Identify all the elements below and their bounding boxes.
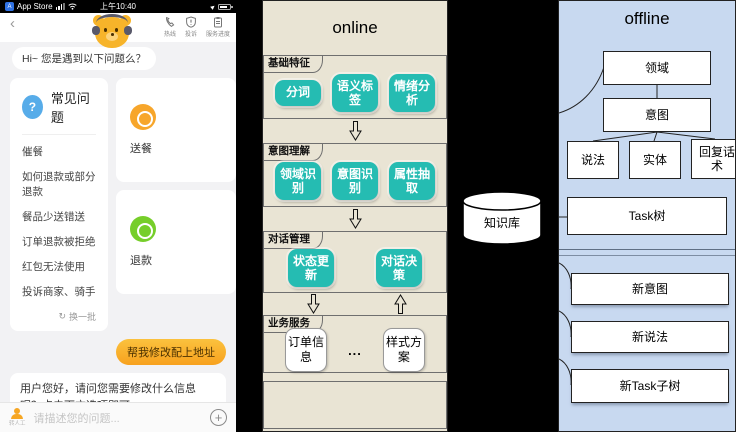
module-box: 对话决策 <box>376 248 422 288</box>
offline-structure-panel: offline 领域 意图 说法 实体 回复话术 Task树 新意图 新说法 新… <box>558 0 736 432</box>
section-business-services: 业务服务 订单信息 ... 样式方案 <box>263 315 447 373</box>
module-box: 意图识别 <box>332 161 378 201</box>
service-progress-label: 服务进度 <box>205 32 230 38</box>
refund-icon <box>130 216 156 242</box>
app-store-icon: A <box>5 2 14 11</box>
divider-double-line <box>559 249 735 256</box>
faq-item[interactable]: 催餐 <box>22 139 96 164</box>
online-pipeline-panel: online 基础特征 分词 语义标签 情绪分析 意图理解 领域识别 意图识别 … <box>262 0 448 432</box>
new-utterance-box: 新说法 <box>571 321 729 353</box>
status-bar: A App Store 上午10:40 <box>0 0 236 13</box>
back-button[interactable]: ‹ <box>10 16 15 31</box>
wifi-icon <box>67 3 77 10</box>
user-message-bubble: 帮我修改配上地址 <box>116 339 226 365</box>
faq-icon: ? <box>22 95 43 119</box>
knowledge-base-label: 知识库 <box>483 216 520 230</box>
refresh-button[interactable]: ↻ 换一批 <box>22 310 96 323</box>
flow-gap <box>263 119 447 143</box>
message-input-bar: 转人工 请描述您的问题... + <box>0 402 236 432</box>
faq-title: 常见问题 <box>50 91 90 125</box>
new-intent-box: 新意图 <box>571 273 729 305</box>
faq-item[interactable]: 红包无法使用 <box>22 254 96 279</box>
arrow-down-icon <box>348 209 362 229</box>
clipboard-icon <box>213 17 222 28</box>
app-store-link[interactable]: App Store <box>17 2 53 11</box>
mascot-avatar <box>92 13 132 53</box>
module-box: 属性抽取 <box>389 161 435 201</box>
hotline-label: 热线 <box>163 32 176 38</box>
flow-gap <box>263 293 447 315</box>
arrow-down-icon <box>307 294 320 314</box>
bot-greeting-bubble: Hi~ 您是遇到以下问题么？ <box>12 47 156 70</box>
refresh-icon: ↻ <box>58 311 66 321</box>
task-tree-box: Task树 <box>567 197 727 235</box>
phone-icon <box>165 16 175 28</box>
refresh-label: 换一批 <box>68 312 96 322</box>
faq-item[interactable]: 餐品少送错送 <box>22 204 96 229</box>
delivery-label: 送餐 <box>130 143 152 155</box>
online-title: online <box>332 18 378 37</box>
tree-node-domain: 领域 <box>603 51 711 85</box>
refund-card[interactable]: 退款 <box>116 190 236 294</box>
module-box: 状态更新 <box>288 248 334 288</box>
delivery-card[interactable]: 送餐 <box>116 78 236 182</box>
knowledge-base-cylinder: 知识库 <box>460 190 544 248</box>
section-empty <box>263 381 447 429</box>
faq-card: ? 常见问题 催餐 如何退款或部分退款 餐品少送错送 订单退款被拒绝 红包无法使… <box>10 78 108 331</box>
battery-icon <box>218 3 233 10</box>
offline-title: offline <box>624 9 670 28</box>
ellipsis: ... <box>348 342 362 358</box>
shield-icon <box>186 16 196 28</box>
figure-canvas: A App Store 上午10:40 ‹ 热线 投诉 服务进度 Hi~ 您是遇… <box>0 0 736 432</box>
phone-screenshot: A App Store 上午10:40 ‹ 热线 投诉 服务进度 Hi~ 您是遇… <box>0 0 236 432</box>
arrow-down-icon <box>348 121 362 141</box>
service-progress-button[interactable]: 服务进度 <box>206 16 230 38</box>
flow-gap <box>263 207 447 231</box>
transfer-agent-label: 转人工 <box>9 421 26 427</box>
faq-item[interactable]: 订单退款被拒绝 <box>22 229 96 254</box>
chat-area: Hi~ 您是遇到以下问题么？ ? 常见问题 催餐 如何退款或部分退款 餐品少送错… <box>0 42 236 432</box>
service-box: 订单信息 <box>285 328 328 372</box>
complaint-button[interactable]: 投诉 <box>185 16 197 38</box>
new-task-subtree-box: 新Task子树 <box>571 369 729 403</box>
hotline-button[interactable]: 热线 <box>164 16 176 38</box>
transfer-agent-button[interactable]: 转人工 <box>9 408 26 427</box>
section-basic-features: 基础特征 分词 语义标签 情绪分析 <box>263 55 447 119</box>
location-icon <box>210 3 216 10</box>
section-intent-understanding: 意图理解 领域识别 意图识别 属性抽取 <box>263 143 447 207</box>
module-box: 语义标签 <box>332 73 378 113</box>
plus-button[interactable]: + <box>210 409 227 426</box>
module-box: 分词 <box>275 80 321 106</box>
section-dialog-management: 对话管理 状态更新 对话决策 <box>263 231 447 293</box>
refund-label: 退款 <box>130 255 152 267</box>
module-box: 领域识别 <box>275 161 321 201</box>
agent-person-icon <box>10 408 24 419</box>
tree-node-intent: 意图 <box>603 98 711 132</box>
faq-item[interactable]: 投诉商家、骑手 <box>22 279 96 304</box>
tree-node-reply-script: 回复话术 <box>691 139 735 179</box>
arrow-up-icon <box>394 294 407 314</box>
tree-node-utterance: 说法 <box>567 141 619 179</box>
message-input[interactable]: 请描述您的问题... <box>34 410 202 426</box>
faq-item[interactable]: 如何退款或部分退款 <box>22 164 96 204</box>
service-box: 样式方案 <box>382 328 425 372</box>
module-box: 情绪分析 <box>389 73 435 113</box>
tree-node-entity: 实体 <box>629 141 681 179</box>
signal-icon <box>55 3 65 10</box>
delivery-icon <box>130 104 156 130</box>
complaint-label: 投诉 <box>184 32 197 38</box>
status-time: 上午10:40 <box>99 2 137 11</box>
